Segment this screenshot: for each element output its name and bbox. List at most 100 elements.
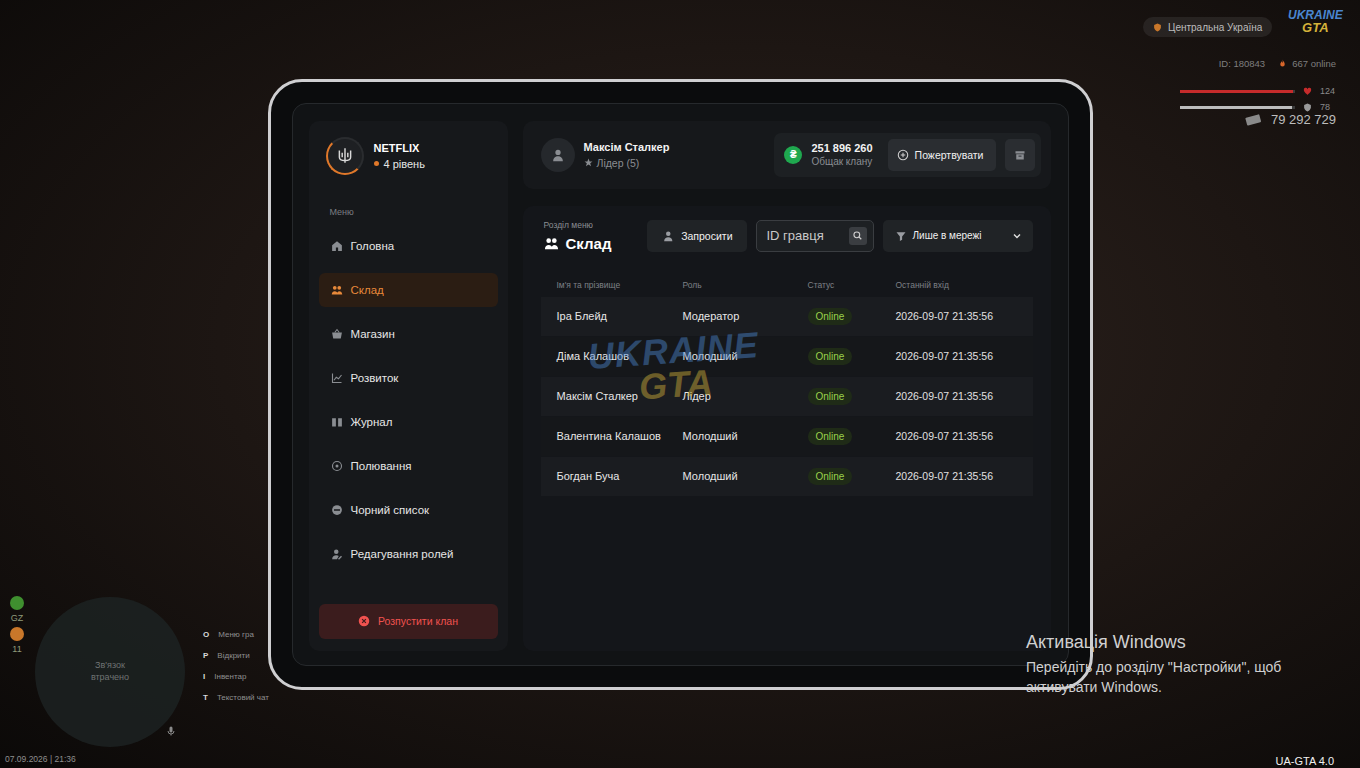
user-card: Максім СталкерЛідер (5)₴251 896 260Общак… <box>523 121 1051 189</box>
table-row[interactable]: Іра БлейдМодераторOnline2026-09-07 21:35… <box>541 297 1033 336</box>
key-hint: OМеню гра <box>203 630 269 639</box>
tablet-screen: NETFLIX4 рівень Меню Головна Склад Магазин Ро… <box>292 103 1069 666</box>
plus-circle-icon <box>897 149 909 161</box>
armor-value: 78 <box>1320 102 1330 112</box>
user-text: Максім Сталкер Лідер (5) <box>584 141 670 169</box>
column-header: Статус <box>808 280 896 290</box>
member-role: Молодший <box>683 430 808 442</box>
storage-button[interactable] <box>1005 139 1035 171</box>
disband-button[interactable]: Розпустити клан <box>319 604 498 639</box>
hint-label: Текстовий чат <box>217 693 269 702</box>
armor-row: 78 <box>1180 102 1335 112</box>
member-name: Богдан Буча <box>557 470 683 482</box>
book-icon <box>331 416 343 428</box>
archive-box-icon <box>1014 149 1026 161</box>
sidebar-item-label: Магазин <box>351 328 395 340</box>
player-id-input[interactable] <box>767 228 845 243</box>
column-header: Останній вхід <box>896 280 1017 290</box>
clan-tablet: NETFLIX4 рівень Меню Головна Склад Магазин Ро… <box>268 79 1093 690</box>
status-badge: Online <box>808 388 853 405</box>
member-role: Молодший <box>683 470 808 482</box>
minimap-status: Зв'язок втрачено <box>80 660 140 683</box>
sidebar-item[interactable]: Полювання <box>319 449 498 483</box>
money-amount: 79 292 729 <box>1271 112 1336 127</box>
sidebar-item[interactable]: Склад <box>319 273 498 307</box>
menu-label: Меню <box>319 207 498 217</box>
hint-key: O <box>203 630 209 639</box>
column-header: Роль <box>683 280 808 290</box>
minimap: Зв'язок втрачено <box>35 597 185 747</box>
sidebar-item[interactable]: Магазин <box>319 317 498 351</box>
member-status-cell: Online <box>808 468 896 485</box>
logo-bottom: GTA <box>1288 21 1343 34</box>
hint-label: Інвентар <box>214 672 246 681</box>
donate-button[interactable]: Пожертвувати <box>888 139 996 171</box>
person-add-icon <box>663 230 675 242</box>
role-icon <box>331 548 343 560</box>
status-indicator: GZ <box>10 596 24 623</box>
flame-icon <box>1278 59 1287 68</box>
panel-header: Розділ меню Склад Запросити Лише в мережі <box>541 220 1033 252</box>
member-last-login: 2026-09-07 21:35:56 <box>896 470 1017 482</box>
filter-label: Лише в мережі <box>913 230 1005 241</box>
sidebar-item[interactable]: Чорний список <box>319 493 498 527</box>
indicator-label: 11 <box>12 644 21 654</box>
watermark-bottom: GTA <box>589 362 762 408</box>
invite-button[interactable]: Запросити <box>647 220 746 252</box>
chevron-down-icon <box>1011 230 1023 242</box>
sidebar: NETFLIX4 рівень Меню Головна Склад Магазин Ро… <box>309 121 508 651</box>
online-count: 667 online <box>1292 58 1336 69</box>
health-value: 124 <box>1320 86 1335 96</box>
table-row[interactable]: Богдан БучаМолодшийOnline2026-09-07 21:3… <box>541 457 1033 496</box>
sidebar-item[interactable]: Розвиток <box>319 361 498 395</box>
sidebar-item-label: Полювання <box>351 460 412 472</box>
member-last-login: 2026-09-07 21:35:56 <box>896 350 1017 362</box>
treasury: ₴251 896 260Общак клануПожертвувати <box>774 133 1040 177</box>
server-logo: UKRAINEGTA <box>1288 9 1343 34</box>
clan-logo <box>326 137 364 175</box>
clan-info: NETFLIX4 рівень <box>374 142 425 170</box>
hint-key: T <box>203 693 208 702</box>
table-row[interactable]: Валентина КалашовМолодшийOnline2026-09-0… <box>541 417 1033 456</box>
member-name: Валентина Калашов <box>557 430 683 442</box>
treasury-info: 251 896 260Общак клану <box>811 142 872 167</box>
user-role-label: Лідер (5) <box>597 157 640 169</box>
sidebar-item-label: Редагування ролей <box>351 548 454 560</box>
key-hint: T Текстовий чат <box>203 693 269 702</box>
members-table: Ім'я та прізвищеРольСтатусОстанній вхідІ… <box>541 274 1033 496</box>
hint-key: P <box>203 651 208 660</box>
star-icon <box>584 158 593 167</box>
hint-label: Відкрити <box>217 651 249 660</box>
user-name: Максім Сталкер <box>584 141 670 153</box>
member-name: Іра Блейд <box>557 310 683 322</box>
server-watermark: UKRAINEGTA <box>586 328 761 408</box>
table-row[interactable]: Максім СталкерЛідерOnline2026-09-07 21:3… <box>541 377 1033 416</box>
status-badge: Online <box>808 348 853 365</box>
indicator-label: GZ <box>11 613 24 623</box>
trident-icon <box>336 147 354 165</box>
user-role: Лідер (5) <box>584 157 670 169</box>
online-filter-dropdown[interactable]: Лише в мережі <box>883 220 1033 252</box>
status-indicator: 11 <box>10 627 24 654</box>
section-title-text: Склад <box>566 235 612 252</box>
armor-shield-icon <box>1303 103 1312 112</box>
section-caption: Розділ меню <box>544 220 612 230</box>
invite-label: Запросити <box>681 230 732 242</box>
member-status-cell: Online <box>808 348 896 365</box>
status-badge: Online <box>808 428 853 445</box>
search-button[interactable] <box>849 227 867 245</box>
sidebar-item[interactable]: Журнал <box>319 405 498 439</box>
clan-header: NETFLIX4 рівень <box>319 137 498 175</box>
member-status-cell: Online <box>808 428 896 445</box>
player-search <box>756 220 874 252</box>
table-row[interactable]: Діма КалашовМолодшийOnline2026-09-07 21:… <box>541 337 1033 376</box>
game-version: UA-GTA 4.0 <box>1276 755 1334 767</box>
server-badge: Центральна Україна <box>1143 17 1272 37</box>
sidebar-item[interactable]: Головна <box>319 229 498 263</box>
filter-icon <box>895 230 907 242</box>
player-stats: ID: 180843667 online <box>1219 58 1336 69</box>
sidebar-item[interactable]: Редагування ролей <box>319 537 498 571</box>
status-badge: Online <box>808 308 853 325</box>
server-name: Центральна Україна <box>1168 22 1262 33</box>
hint-key: I <box>203 672 205 681</box>
